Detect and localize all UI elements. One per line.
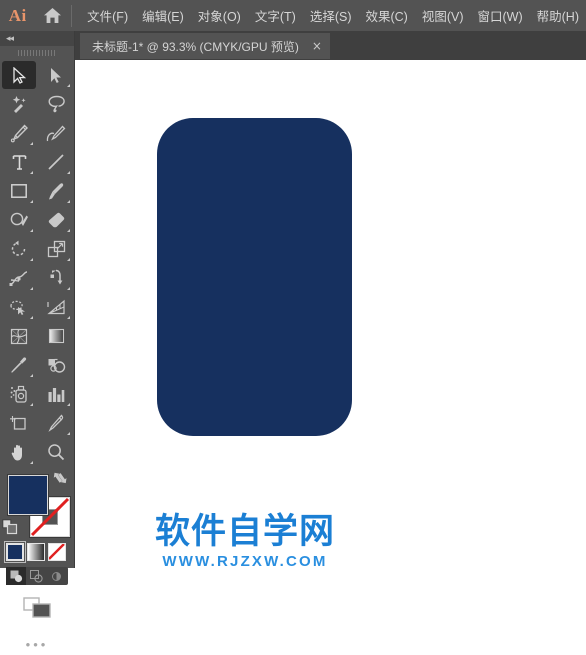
column-graph-tool[interactable] <box>39 380 73 408</box>
artboard-tool[interactable] <box>2 409 36 437</box>
eyedropper-tool[interactable] <box>2 351 36 379</box>
paintbrush-tool[interactable] <box>39 177 73 205</box>
rounded-rectangle-shape[interactable] <box>157 118 352 436</box>
menu-window[interactable]: 窗口(W) <box>471 2 530 29</box>
fill-stroke-controls <box>0 471 74 539</box>
lasso-tool[interactable] <box>39 90 73 118</box>
shaper-tool[interactable] <box>2 206 36 234</box>
close-icon[interactable]: × <box>312 40 322 52</box>
gradient-mode-button[interactable] <box>27 543 45 561</box>
menu-effect[interactable]: 效果(C) <box>358 2 414 29</box>
toolbar-drag-grip[interactable] <box>0 46 74 60</box>
home-icon[interactable] <box>36 0 70 31</box>
none-mode-button[interactable] <box>48 543 66 561</box>
menu-bar: Ai 文件(F) 编辑(E) 对象(O) 文字(T) 选择(S) 效果(C) 视… <box>0 0 586 31</box>
direct-selection-tool[interactable] <box>39 61 73 89</box>
swap-fill-stroke-icon[interactable] <box>53 471 68 490</box>
collapse-arrows-icon: ◂◂ <box>6 33 14 43</box>
rectangle-tool[interactable] <box>2 177 36 205</box>
perspective-grid-tool[interactable] <box>39 293 73 321</box>
eraser-tool[interactable] <box>39 206 73 234</box>
zoom-tool[interactable] <box>39 438 73 466</box>
slice-tool[interactable] <box>39 409 73 437</box>
watermark-url-text: WWW.RJZXW.COM <box>162 553 328 568</box>
line-segment-tool[interactable] <box>39 148 73 176</box>
curvature-tool[interactable] <box>39 119 73 147</box>
watermark-chinese-text: 软件自学网 <box>154 512 335 552</box>
tools-panel: ◂◂ ••• <box>0 31 75 652</box>
width-tool[interactable] <box>2 264 36 292</box>
shape-builder-tool[interactable] <box>2 293 36 321</box>
mesh-tool[interactable] <box>2 322 36 350</box>
symbol-sprayer-tool[interactable] <box>2 380 36 408</box>
menu-view[interactable]: 视图(V) <box>415 2 471 29</box>
menu-divider <box>71 4 73 27</box>
document-tab[interactable]: 未标题-1* @ 93.3% (CMYK/GPU 预览) × <box>80 33 330 59</box>
draw-normal-button[interactable] <box>6 567 26 585</box>
document-tab-strip: 未标题-1* @ 93.3% (CMYK/GPU 预览) × <box>75 31 586 61</box>
default-fill-stroke-icon[interactable] <box>2 519 18 540</box>
color-mode-button[interactable] <box>4 541 26 563</box>
magic-wand-tool[interactable] <box>2 90 36 118</box>
menu-select[interactable]: 选择(S) <box>303 2 359 29</box>
draw-behind-button[interactable] <box>26 567 46 585</box>
menu-item-list: 文件(F) 编辑(E) 对象(O) 文字(T) 选择(S) 效果(C) 视图(V… <box>80 2 586 29</box>
menu-help[interactable]: 帮助(H) <box>530 2 586 29</box>
pen-tool[interactable] <box>2 119 36 147</box>
illustrator-window: Ai 文件(F) 编辑(E) 对象(O) 文字(T) 选择(S) 效果(C) 视… <box>0 0 586 652</box>
tool-grid <box>0 60 74 467</box>
menu-type[interactable]: 文字(T) <box>248 2 303 29</box>
menu-edit[interactable]: 编辑(E) <box>135 2 191 29</box>
free-transform-tool[interactable] <box>39 264 73 292</box>
fill-color-swatch[interactable] <box>8 475 48 515</box>
menu-file[interactable]: 文件(F) <box>80 2 135 29</box>
document-tab-label: 未标题-1* @ 93.3% (CMYK/GPU 预览) <box>92 39 299 54</box>
selection-tool[interactable] <box>2 61 36 89</box>
fill-mode-buttons <box>4 541 74 563</box>
more-tools-button[interactable]: ••• <box>0 633 74 655</box>
watermark: 软件自学网 WWW.RJZXW.COM <box>140 512 350 569</box>
document-canvas[interactable]: 软件自学网 WWW.RJZXW.COM <box>75 60 586 568</box>
type-tool[interactable] <box>2 148 36 176</box>
toolbar-collapse-button[interactable]: ◂◂ <box>0 31 74 46</box>
hand-tool[interactable] <box>2 438 36 466</box>
change-screen-mode-button[interactable] <box>0 593 74 623</box>
menu-object[interactable]: 对象(O) <box>191 2 248 29</box>
app-logo: Ai <box>8 5 27 25</box>
blend-tool[interactable] <box>39 351 73 379</box>
gradient-tool[interactable] <box>39 322 73 350</box>
draw-inside-button[interactable] <box>46 567 66 585</box>
scale-tool[interactable] <box>39 235 73 263</box>
rotate-tool[interactable] <box>2 235 36 263</box>
draw-mode-buttons <box>6 567 68 585</box>
